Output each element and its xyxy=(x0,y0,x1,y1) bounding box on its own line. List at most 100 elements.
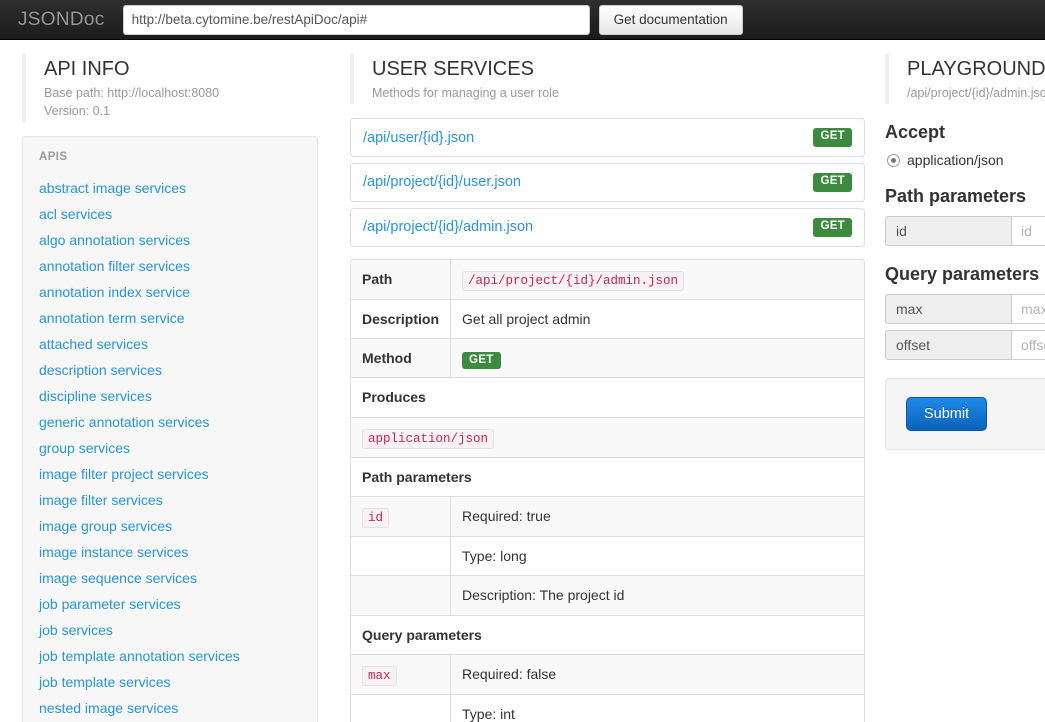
detail-description-label: Description xyxy=(351,299,451,338)
api-url-input[interactable] xyxy=(123,5,590,35)
parameter-input[interactable] xyxy=(1011,216,1045,246)
api-link[interactable]: image filter project services xyxy=(39,461,301,487)
param-name-code: id xyxy=(362,508,389,528)
playground-query-parameters-heading: Query parameters xyxy=(885,264,1045,285)
api-link[interactable]: algo annotation services xyxy=(39,227,301,253)
detail-path-label: Path xyxy=(351,260,451,300)
endpoint-detail-panel: Path/api/project/{id}/admin.jsonDescript… xyxy=(350,259,865,722)
table-row: DescriptionGet all project admin xyxy=(351,299,864,338)
endpoint-row[interactable]: /api/project/{id}/user.json GET xyxy=(350,163,865,202)
endpoint-row[interactable]: /api/project/{id}/admin.json GET xyxy=(350,208,865,247)
table-row: MethodGET xyxy=(351,338,864,377)
api-link[interactable]: abstract image services xyxy=(39,175,301,201)
parameter-input-group: offset xyxy=(885,330,1045,360)
api-link[interactable]: group services xyxy=(39,435,301,461)
parameter-input[interactable] xyxy=(1011,294,1045,324)
api-link[interactable]: acl services xyxy=(39,201,301,227)
playground-title: PLAYGROUND xyxy=(907,57,1045,81)
detail-produces-label: Produces xyxy=(351,378,864,417)
table-row: Path/api/project/{id}/admin.json xyxy=(351,260,864,300)
api-link[interactable]: nested image services xyxy=(39,695,301,721)
playground-header: PLAYGROUND /api/project/{id}/admin.json xyxy=(885,54,1045,104)
playground-path-parameters-heading: Path parameters xyxy=(885,186,1045,207)
param-type: Type: long xyxy=(451,537,864,576)
param-name-spacer xyxy=(351,537,451,576)
endpoint-method-badge: GET xyxy=(813,218,852,237)
api-link[interactable]: annotation term service xyxy=(39,305,301,331)
endpoint-method-badge: GET xyxy=(813,128,852,147)
parameter-name-addon: id xyxy=(885,216,1011,246)
table-row: Type: long xyxy=(351,537,864,576)
parameter-input-group: max xyxy=(885,294,1045,324)
accept-option-label: application/json xyxy=(907,152,1004,168)
get-documentation-button[interactable]: Get documentation xyxy=(599,5,743,35)
parameter-input[interactable] xyxy=(1011,330,1045,360)
param-required: Required: true xyxy=(451,496,864,536)
endpoint-path: /api/user/{id}.json xyxy=(363,130,474,146)
api-base-path: Base path: http://localhost:8080 xyxy=(44,84,318,102)
playground-path-parameter-fields: id xyxy=(885,216,1045,246)
api-link[interactable]: job template annotation services xyxy=(39,643,301,669)
api-link[interactable]: discipline services xyxy=(39,383,301,409)
services-header: USER SERVICES Methods for managing a use… xyxy=(350,54,865,104)
api-link[interactable]: job parameter services xyxy=(39,591,301,617)
submit-button[interactable]: Submit xyxy=(906,397,987,431)
accept-heading: Accept xyxy=(885,122,1045,143)
param-name: max xyxy=(351,654,451,694)
parameter-name-addon: offset xyxy=(885,330,1011,360)
api-link[interactable]: image sequence services xyxy=(39,565,301,591)
table-row: id Required: true xyxy=(351,496,864,536)
apis-panel: APIS abstract image servicesacl services… xyxy=(22,136,318,722)
endpoint-list: /api/user/{id}.json GET/api/project/{id}/… xyxy=(350,118,865,246)
table-row: Path parameters xyxy=(351,457,864,496)
table-row: Description: The project id xyxy=(351,576,864,615)
detail-query-parameters-label: Query parameters xyxy=(351,615,864,654)
api-link[interactable]: annotation filter services xyxy=(39,253,301,279)
playground-subtitle: /api/project/{id}/admin.json xyxy=(907,84,1045,102)
api-link[interactable]: attached services xyxy=(39,331,301,357)
api-info-title: API INFO xyxy=(44,57,318,81)
endpoint-detail-table: Path/api/project/{id}/admin.jsonDescript… xyxy=(351,260,864,722)
submit-well: Submit xyxy=(885,378,1045,450)
endpoint-method-badge: GET xyxy=(813,173,852,192)
table-row: Query parameters xyxy=(351,615,864,654)
api-link[interactable]: image instance services xyxy=(39,539,301,565)
endpoint-path: /api/project/{id}/admin.json xyxy=(363,219,533,235)
playground-query-parameter-fields: max offset xyxy=(885,294,1045,360)
api-link[interactable]: job template services xyxy=(39,669,301,695)
detail-method-label: Method xyxy=(351,338,451,377)
parameter-name-addon: max xyxy=(885,294,1011,324)
api-info-header: API INFO Base path: http://localhost:808… xyxy=(22,54,318,122)
table-row: Type: int xyxy=(351,695,864,722)
detail-path-parameters-label: Path parameters xyxy=(351,457,864,496)
api-link[interactable]: description services xyxy=(39,357,301,383)
api-link[interactable]: job services xyxy=(39,617,301,643)
accept-option[interactable]: application/json xyxy=(887,152,1045,168)
detail-method-value: GET xyxy=(451,338,864,377)
param-name-code: max xyxy=(362,666,397,686)
param-name-spacer xyxy=(351,695,451,722)
param-name: id xyxy=(351,496,451,536)
playground-column: PLAYGROUND /api/project/{id}/admin.json … xyxy=(875,40,1045,450)
services-column: USER SERVICES Methods for managing a use… xyxy=(340,40,875,722)
endpoint-path: /api/project/{id}/user.json xyxy=(363,174,521,190)
param-type: Type: int xyxy=(451,695,864,722)
detail-produces-value-code: application/json xyxy=(362,429,494,449)
top-navbar: JSONDoc Get documentation xyxy=(0,0,1045,40)
table-row: Produces xyxy=(351,378,864,417)
api-link[interactable]: image group services xyxy=(39,513,301,539)
services-title: USER SERVICES xyxy=(372,57,865,81)
api-link[interactable]: annotation index service xyxy=(39,279,301,305)
radio-icon[interactable] xyxy=(887,154,900,167)
param-required: Required: false xyxy=(451,654,864,694)
param-name-spacer xyxy=(351,576,451,615)
table-row: application/json xyxy=(351,417,864,457)
api-link[interactable]: image filter services xyxy=(39,487,301,513)
services-subtitle: Methods for managing a user role xyxy=(372,84,865,102)
apis-list: abstract image servicesacl servicesalgo … xyxy=(39,175,301,721)
api-info-subtitle: Base path: http://localhost:8080 Version… xyxy=(44,84,318,120)
api-link[interactable]: generic annotation services xyxy=(39,409,301,435)
detail-description-value: Get all project admin xyxy=(451,299,864,338)
api-version: Version: 0.1 xyxy=(44,102,318,120)
endpoint-row[interactable]: /api/user/{id}.json GET xyxy=(350,118,865,157)
